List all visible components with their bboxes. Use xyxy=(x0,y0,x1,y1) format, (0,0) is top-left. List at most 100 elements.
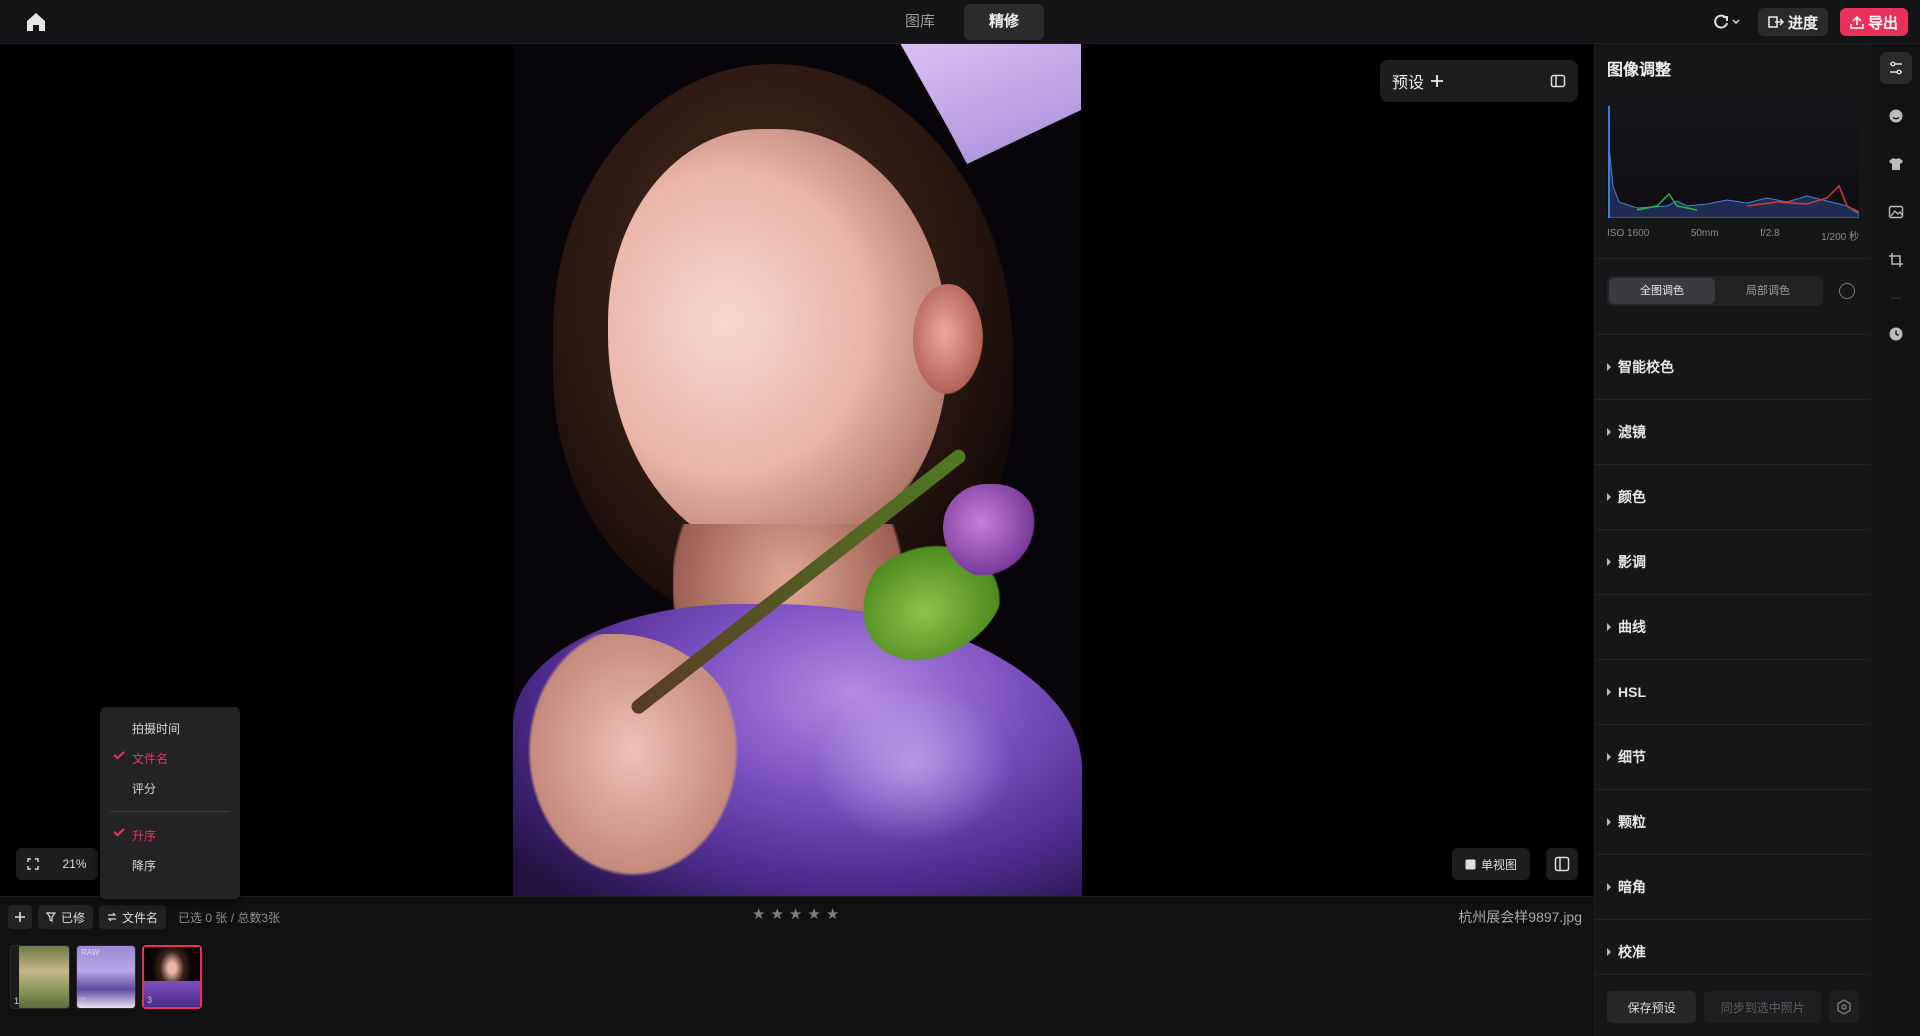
sort-item-label: 评分 xyxy=(132,781,157,796)
sort-item-label: 文件名 xyxy=(132,751,169,766)
sort-by-rating[interactable]: 评分 xyxy=(100,773,240,803)
chevron-down-icon xyxy=(1732,19,1740,25)
add-photo-button[interactable] xyxy=(8,905,32,929)
progress-icon xyxy=(1768,16,1784,28)
aperture: f/2.8 xyxy=(1760,228,1780,239)
section-label: HSL xyxy=(1618,684,1646,700)
section-label: 细节 xyxy=(1618,749,1646,765)
caret-right-icon xyxy=(1607,948,1611,956)
progress-label: 进度 xyxy=(1787,14,1818,32)
home-icon[interactable] xyxy=(24,10,48,34)
zoom-level: 21% xyxy=(62,857,87,871)
filter-button[interactable]: 已修 xyxy=(38,905,94,929)
export-button[interactable]: 导出 xyxy=(1839,8,1908,36)
sort-item-label: 拍摄时间 xyxy=(132,721,181,736)
sort-button[interactable]: 文件名 xyxy=(99,905,167,929)
refresh-button[interactable] xyxy=(1706,8,1746,36)
divider xyxy=(1595,258,1871,259)
upload-icon xyxy=(1850,15,1864,29)
section-label: 智能校色 xyxy=(1618,359,1674,375)
filter-label: 已修 xyxy=(61,910,86,925)
global-adjust-tab[interactable]: 全图调色 xyxy=(1609,278,1715,304)
selection-count: 已选 0 张 / 总数3张 xyxy=(178,910,281,925)
mask-icon[interactable] xyxy=(1839,283,1855,299)
adjust-icon[interactable] xyxy=(1880,52,1912,84)
refresh-icon xyxy=(1714,14,1728,29)
tab-retouch[interactable]: 精修 xyxy=(964,4,1044,40)
check-icon xyxy=(113,825,125,837)
thumbnail-number: 3 xyxy=(147,995,153,1005)
split-view-icon xyxy=(1554,856,1570,872)
star-icon[interactable]: ★ xyxy=(770,907,783,922)
rating-stars[interactable]: ★ ★ ★ ★ ★ xyxy=(752,907,839,922)
exif-info: ISO 1600 50mm f/2.8 1/200 秒 xyxy=(1607,228,1859,243)
sort-icon xyxy=(107,912,117,922)
add-preset-icon[interactable] xyxy=(1430,74,1444,88)
tool-sidebar xyxy=(1870,44,1920,1036)
section-detail[interactable]: 细节 xyxy=(1595,724,1871,789)
history-icon[interactable] xyxy=(1880,318,1912,350)
clothing-icon[interactable] xyxy=(1880,148,1912,180)
image-icon[interactable] xyxy=(1880,196,1912,228)
panel-title: 图像调整 xyxy=(1607,62,1672,79)
section-tone[interactable]: 影调 xyxy=(1595,529,1871,594)
filter-row: 已修 文件名 已选 0 张 / 总数3张 xyxy=(8,905,280,929)
face-icon[interactable] xyxy=(1880,100,1912,132)
tab-gallery[interactable]: 图库 xyxy=(880,4,960,40)
sync-settings-button[interactable] xyxy=(1829,991,1860,1023)
section-color[interactable]: 颜色 xyxy=(1595,464,1871,529)
focal-length: 50mm xyxy=(1690,228,1719,239)
shutter-speed: 1/200 秒 xyxy=(1821,232,1859,243)
iso-value: ISO 1600 xyxy=(1607,228,1650,239)
fit-screen-icon[interactable] xyxy=(27,858,40,870)
section-hsl[interactable]: HSL xyxy=(1595,659,1871,724)
crop-icon[interactable] xyxy=(1880,244,1912,276)
settings-icon xyxy=(1837,999,1851,1015)
main-photo xyxy=(513,44,1082,896)
star-icon[interactable]: ★ xyxy=(752,907,765,922)
thumbnail-1[interactable]: 1 xyxy=(10,945,70,1009)
section-label: 校准 xyxy=(1618,944,1646,960)
separator xyxy=(1880,292,1912,304)
current-filename: 杭州展会样9897.jpg xyxy=(1458,909,1582,925)
local-adjust-tab[interactable]: 局部调色 xyxy=(1715,278,1821,304)
compare-view-button[interactable] xyxy=(1546,848,1578,880)
star-icon[interactable]: ★ xyxy=(789,907,802,922)
section-vignette[interactable]: 暗角 xyxy=(1595,854,1871,919)
app-window: 图库 精修 进度 导出 预设 21% 单视图 拍摄时间 文件名 评分 升序 降序… xyxy=(0,0,1920,1036)
section-label: 曲线 xyxy=(1618,619,1646,635)
filmstrip: 已修 文件名 已选 0 张 / 总数3张 ★ ★ ★ ★ ★ 杭州展会样9897… xyxy=(0,896,1594,1036)
panel-toggle-icon[interactable] xyxy=(1550,74,1566,88)
caret-right-icon xyxy=(1607,558,1611,566)
filter-icon xyxy=(46,912,56,922)
sync-to-selected-button[interactable]: 同步到选中照片 xyxy=(1704,991,1822,1023)
preset-label: 预设 xyxy=(1392,75,1425,92)
thumbnail-list: 1 RAW 2 3 xyxy=(10,945,202,1009)
thumbnail-2[interactable]: RAW 2 xyxy=(76,945,136,1009)
preset-panel: 预设 xyxy=(1380,60,1578,102)
top-actions: 进度 导出 xyxy=(1706,8,1908,36)
caret-right-icon xyxy=(1607,883,1611,891)
sort-by-filename[interactable]: 文件名 xyxy=(100,743,240,773)
single-view-button[interactable]: 单视图 xyxy=(1452,848,1530,880)
zoom-control[interactable]: 21% xyxy=(16,848,98,880)
progress-button[interactable]: 进度 xyxy=(1757,8,1828,36)
thumbnail-number: 1 xyxy=(14,996,20,1006)
thumbnail-3[interactable]: 3 xyxy=(142,945,202,1009)
section-grain[interactable]: 颗粒 xyxy=(1595,789,1871,854)
sort-descending[interactable]: 降序 xyxy=(100,850,240,880)
check-icon xyxy=(113,748,125,760)
sort-item-label: 升序 xyxy=(132,828,157,843)
star-icon[interactable]: ★ xyxy=(807,907,820,922)
section-smart-color[interactable]: 智能校色 xyxy=(1595,334,1871,399)
save-preset-button[interactable]: 保存预设 xyxy=(1607,991,1697,1023)
sort-ascending[interactable]: 升序 xyxy=(100,820,240,850)
caret-right-icon xyxy=(1607,623,1611,631)
raw-badge: RAW xyxy=(81,948,100,957)
adjustment-panel: 图像调整 ISO 1600 50mm f/2.8 1/200 秒 全图调色 局部… xyxy=(1594,44,1871,1036)
section-curves[interactable]: 曲线 xyxy=(1595,594,1871,659)
section-filter[interactable]: 滤镜 xyxy=(1595,399,1871,464)
top-bar: 图库 精修 进度 导出 xyxy=(0,0,1920,44)
sort-by-capture-time[interactable]: 拍摄时间 xyxy=(100,713,240,743)
star-icon[interactable]: ★ xyxy=(826,907,839,922)
